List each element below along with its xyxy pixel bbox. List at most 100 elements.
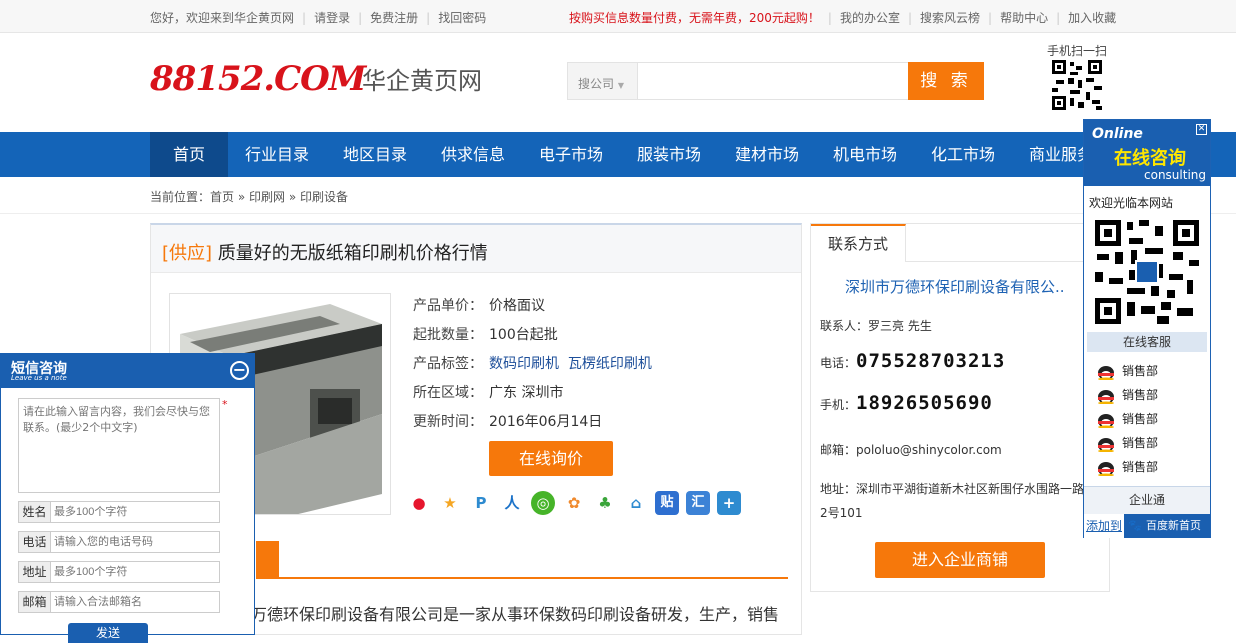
tel-row: 电话：075528703213 [820, 350, 1006, 372]
company-name-link[interactable]: 深圳市万德环保印刷设备有限公.. [845, 276, 1065, 297]
email-input[interactable] [52, 592, 219, 612]
house-icon[interactable]: ⌂ [624, 491, 648, 515]
weibo-icon[interactable]: ● [407, 491, 431, 515]
enterprise-link[interactable]: 企业通 [1084, 486, 1210, 514]
minimize-icon[interactable]: − [230, 361, 249, 380]
promo-link[interactable]: 按购买信息数量付费，无需年费，200元起购！ [569, 11, 820, 25]
nav-item-home[interactable]: 首页 [150, 132, 228, 177]
add-to-link[interactable]: 添加到 [1084, 514, 1124, 538]
qr-code-icon [1095, 220, 1199, 324]
recover-password-link[interactable]: 找回密码 [438, 11, 486, 25]
product-tags[interactable]: 数码印刷机 瓦楞纸印刷机 [489, 356, 652, 372]
contact-person-row: 联系人：罗三亮 先生 [820, 319, 932, 333]
enter-store-button[interactable]: 进入企业商铺 [875, 542, 1045, 578]
update-time-row: 更新时间： 2016年06月14日 [413, 414, 603, 430]
help-center-link[interactable]: 帮助中心 [1000, 11, 1048, 25]
consult-title: 在线咨询 [1114, 148, 1186, 169]
more-icon[interactable]: + [717, 491, 741, 515]
add-favorite-link[interactable]: 加入收藏 [1068, 11, 1116, 25]
online-label: Online [1092, 126, 1143, 142]
huiyou-icon[interactable]: 汇 [686, 491, 710, 515]
min-order-value: 100台起批 [489, 327, 558, 343]
search-button[interactable]: 搜 索 [908, 62, 984, 100]
name-input[interactable] [52, 502, 219, 522]
nav-item-building[interactable]: 建材市场 [718, 132, 816, 177]
phone-input[interactable] [52, 532, 219, 552]
main-nav: 首页 行业目录 地区目录 供求信息 电子市场 服装市场 建材市场 机电市场 化工… [0, 132, 1236, 177]
tel-number: 075528703213 [856, 350, 1006, 372]
address-field: 地址 [18, 561, 220, 583]
renren-icon[interactable]: 人 [500, 491, 524, 515]
clover-icon[interactable]: ♣ [593, 491, 617, 515]
online-service-label: 在线客服 [1087, 332, 1207, 352]
nav-item-electronics[interactable]: 电子市场 [522, 132, 620, 177]
sms-consult-panel: 短信咨询 Leave us a note − * 姓名 电话 地址 邮箱 发送 [0, 353, 255, 643]
qq-penguin-icon [1096, 388, 1116, 404]
address-row: 地址：深圳市平湖街道新木社区新围仔水围路一路 [820, 482, 1085, 496]
qq-penguin-icon [1096, 460, 1116, 476]
site-name: 华企黄页网 [362, 67, 482, 95]
login-link[interactable]: 请登录 [314, 11, 350, 25]
pengyou-icon[interactable]: P [469, 491, 493, 515]
header: 88152.COM 华企黄页网 搜公司 ▼ 搜 索 手机扫一扫 [0, 33, 1236, 132]
qr-code-icon [1052, 60, 1102, 110]
consult-subtitle: consulting [1144, 168, 1206, 182]
message-textarea[interactable] [18, 398, 220, 493]
phone-field: 电话 [18, 531, 220, 553]
name-field: 姓名 [18, 501, 220, 523]
search-ranking-link[interactable]: 搜索风云榜 [920, 11, 980, 25]
contact-person: 罗三亮 先生 [868, 319, 932, 333]
product-title: [供应] 质量好的无版纸箱印刷机价格行情 [162, 243, 488, 264]
nav-item-clothing[interactable]: 服装市场 [620, 132, 718, 177]
qzone-icon[interactable]: ★ [438, 491, 462, 515]
register-link[interactable]: 免费注册 [370, 11, 418, 25]
email-row: 邮箱：pololuo@shinycolor.com [820, 443, 1002, 457]
nav-item-machinery[interactable]: 机电市场 [816, 132, 914, 177]
wechat-icon[interactable]: ◎ [531, 491, 555, 515]
qq-sales-2[interactable]: 销售部 [1096, 386, 1158, 404]
qq-penguin-icon [1096, 412, 1116, 428]
top-right-links: 按购买信息数量付费，无需年费，200元起购！ | 我的办公室 | 搜索风云榜 | 帮助中心 |… [569, 11, 1117, 25]
add-to-baidu-bar: 添加到 🐾 百度新首页 [1084, 514, 1210, 538]
nav-item-industry[interactable]: 行业目录 [228, 132, 326, 177]
site-logo[interactable]: 88152.COM [150, 59, 366, 99]
breadcrumb-subcategory[interactable]: 印刷设备 [300, 190, 348, 204]
nav-item-supply[interactable]: 供求信息 [424, 132, 522, 177]
top-bar: 您好，欢迎来到华企黄页网 | 请登录 | 免费注册 | 找回密码 按购买信息数量付费，无需年… [0, 0, 1236, 33]
tab-divider [906, 261, 1110, 262]
kaixin-icon[interactable]: ✿ [562, 491, 586, 515]
online-inquiry-button[interactable]: 在线询价 [489, 441, 613, 476]
email-address: pololuo@shinycolor.com [856, 443, 1002, 457]
min-order-row: 起批数量： 100台起批 [413, 327, 558, 343]
search-type-select[interactable]: 搜公司 ▼ [568, 63, 638, 99]
contact-panel: 联系方式 深圳市万德环保印刷设备有限公.. 联系人：罗三亮 先生 电话：0755… [810, 223, 1110, 592]
my-office-link[interactable]: 我的办公室 [840, 11, 900, 25]
intro-divider [256, 577, 788, 579]
address-input[interactable] [52, 562, 219, 582]
supply-tag: [供应] [162, 243, 213, 264]
welcome-text: 您好，欢迎来到华企黄页网 [150, 11, 295, 25]
address-line2: 2号101 [820, 506, 863, 520]
breadcrumb-category[interactable]: 印刷网 [249, 190, 285, 204]
email-field: 邮箱 [18, 591, 220, 613]
search-input[interactable] [639, 63, 909, 99]
tieba-icon[interactable]: 贴 [655, 491, 679, 515]
qq-sales-3[interactable]: 销售部 [1096, 410, 1158, 428]
qq-sales-5[interactable]: 销售部 [1096, 458, 1158, 476]
nav-item-region[interactable]: 地区目录 [326, 132, 424, 177]
qq-sales-4[interactable]: 销售部 [1096, 434, 1158, 452]
baidu-home-link[interactable]: 百度新首页 [1146, 514, 1201, 538]
qq-sales-1[interactable]: 销售部 [1096, 362, 1158, 380]
close-icon[interactable]: ✕ [1196, 124, 1207, 135]
contact-tab[interactable]: 联系方式 [811, 224, 906, 262]
required-mark: * [222, 398, 228, 411]
sms-header: 短信咨询 Leave us a note − [1, 354, 254, 388]
qq-penguin-icon [1096, 436, 1116, 452]
breadcrumb: 当前位置：首页 » 印刷网 » 印刷设备 [150, 190, 349, 204]
mobile-number: 18926505690 [856, 392, 993, 414]
breadcrumb-home[interactable]: 首页 [210, 190, 234, 204]
send-button[interactable]: 发送 [68, 623, 148, 643]
nav-item-chemical[interactable]: 化工市场 [914, 132, 1012, 177]
mobile-row: 手机：18926505690 [820, 392, 993, 414]
qq-penguin-icon [1096, 364, 1116, 380]
